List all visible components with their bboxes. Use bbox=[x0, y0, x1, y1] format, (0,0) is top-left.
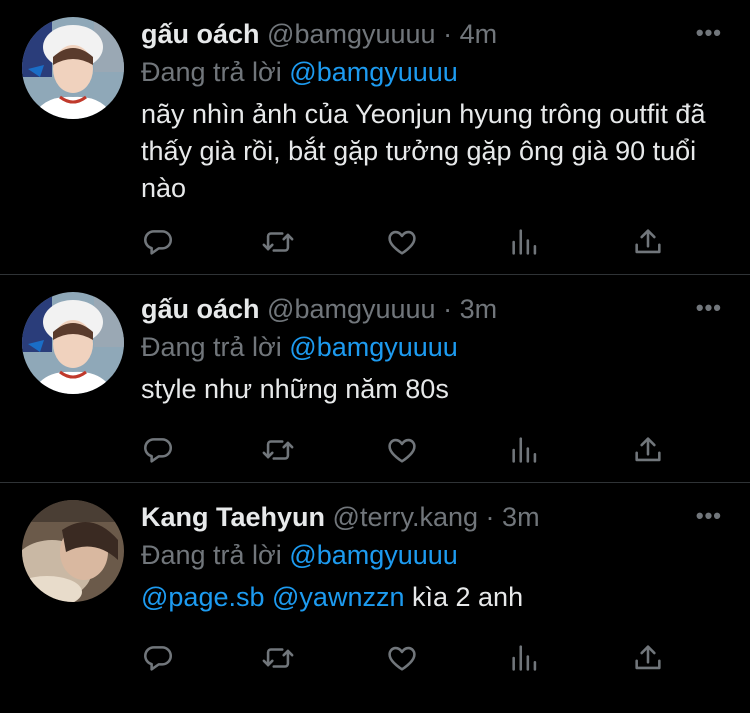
reply-icon[interactable] bbox=[141, 433, 175, 467]
more-options-icon[interactable]: ••• bbox=[696, 20, 722, 46]
share-icon[interactable] bbox=[631, 641, 665, 675]
author-handle[interactable]: @terry.kang bbox=[333, 502, 478, 532]
tweet[interactable]: gấu oách @bamgyuuuu · 4m ••• Đang trả lờ… bbox=[0, 0, 750, 275]
like-icon[interactable] bbox=[385, 225, 419, 259]
action-bar bbox=[141, 433, 671, 467]
timestamp[interactable]: 3m bbox=[460, 294, 498, 324]
action-bar bbox=[141, 641, 671, 675]
avatar[interactable] bbox=[22, 292, 124, 394]
tweet-text-rest: kìa 2 anh bbox=[412, 582, 524, 612]
retweet-icon[interactable] bbox=[261, 225, 295, 259]
views-icon[interactable] bbox=[508, 641, 542, 675]
separator-dot: · bbox=[443, 19, 453, 49]
share-icon[interactable] bbox=[631, 225, 665, 259]
author-name[interactable]: gấu oách bbox=[141, 294, 260, 324]
like-icon[interactable] bbox=[385, 433, 419, 467]
retweet-icon[interactable] bbox=[261, 641, 295, 675]
views-icon[interactable] bbox=[508, 433, 542, 467]
views-icon[interactable] bbox=[508, 225, 542, 259]
tweet-header: gấu oách @bamgyuuuu · 4m bbox=[141, 18, 497, 50]
tweet[interactable]: gấu oách @bamgyuuuu · 3m ••• Đang trả lờ… bbox=[0, 275, 750, 483]
more-options-icon[interactable]: ••• bbox=[696, 503, 722, 529]
replying-mention[interactable]: @bamgyuuuu bbox=[289, 57, 458, 87]
tweet-header: gấu oách @bamgyuuuu · 3m bbox=[141, 293, 497, 325]
tweet-text: style như những năm 80s bbox=[141, 374, 449, 404]
tweet-header: Kang Taehyun @terry.kang · 3m bbox=[141, 501, 540, 533]
replying-prefix: Đang trả lời bbox=[141, 540, 282, 570]
tweet[interactable]: Kang Taehyun @terry.kang · 3m ••• Đang t… bbox=[0, 483, 750, 713]
replying-mention[interactable]: @bamgyuuuu bbox=[289, 332, 458, 362]
replying-prefix: Đang trả lời bbox=[141, 57, 282, 87]
avatar[interactable] bbox=[22, 500, 124, 602]
author-name[interactable]: gấu oách bbox=[141, 19, 260, 49]
tweet-text: nãy nhìn ảnh của Yeonjun hyung trông out… bbox=[141, 99, 706, 203]
retweet-icon[interactable] bbox=[261, 433, 295, 467]
replying-to: Đang trả lời @bamgyuuuu bbox=[141, 55, 458, 89]
tweet-mention[interactable]: @page.sb bbox=[141, 582, 265, 612]
tweet-mention[interactable]: @yawnzzn bbox=[272, 582, 404, 612]
avatar[interactable] bbox=[22, 17, 124, 119]
author-name[interactable]: Kang Taehyun bbox=[141, 502, 325, 532]
replying-to: Đang trả lời @bamgyuuuu bbox=[141, 538, 458, 572]
separator-dot: · bbox=[485, 502, 495, 532]
share-icon[interactable] bbox=[631, 433, 665, 467]
timestamp[interactable]: 3m bbox=[502, 502, 540, 532]
replying-to: Đang trả lời @bamgyuuuu bbox=[141, 330, 458, 364]
author-handle[interactable]: @bamgyuuuu bbox=[267, 19, 436, 49]
more-options-icon[interactable]: ••• bbox=[696, 295, 722, 321]
tweet-text: @page.sb @yawnzzn kìa 2 anh bbox=[141, 579, 731, 616]
like-icon[interactable] bbox=[385, 641, 419, 675]
replying-prefix: Đang trả lời bbox=[141, 332, 282, 362]
reply-icon[interactable] bbox=[141, 225, 175, 259]
timestamp[interactable]: 4m bbox=[460, 19, 498, 49]
reply-icon[interactable] bbox=[141, 641, 175, 675]
author-handle[interactable]: @bamgyuuuu bbox=[267, 294, 436, 324]
replying-mention[interactable]: @bamgyuuuu bbox=[289, 540, 458, 570]
action-bar bbox=[141, 225, 671, 259]
separator-dot: · bbox=[443, 294, 453, 324]
